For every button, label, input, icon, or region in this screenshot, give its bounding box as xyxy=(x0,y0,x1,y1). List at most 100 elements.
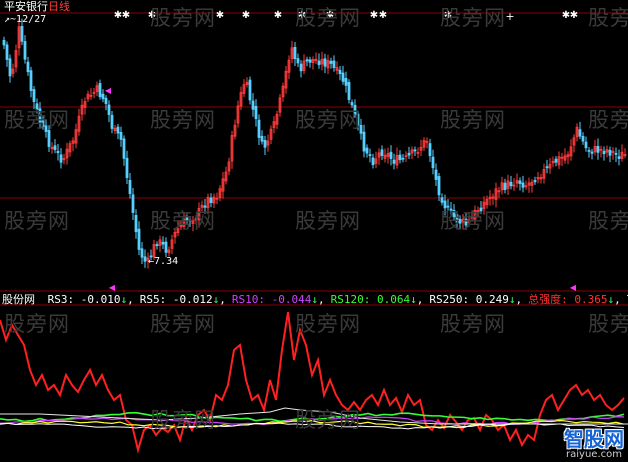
star-marker-icon: ✱ xyxy=(242,10,250,21)
indicator-item-value: 0.064 xyxy=(376,293,411,306)
candle-body xyxy=(56,150,60,154)
candle-body xyxy=(479,207,483,212)
marker-arrow-icon: ↗~ xyxy=(4,14,17,25)
candle-body xyxy=(443,200,447,209)
candle-body xyxy=(209,197,213,204)
candle-body xyxy=(365,147,369,154)
candle-body xyxy=(23,41,27,60)
candle-body xyxy=(140,248,144,258)
indicator-item-label: 总强度: xyxy=(528,293,575,306)
indicator-item: 总强度: 0.365↓, xyxy=(528,293,621,306)
candle-body xyxy=(347,81,351,100)
candle-body xyxy=(503,182,507,191)
candle-body xyxy=(134,215,138,233)
candle-body xyxy=(101,93,105,100)
candle-body xyxy=(254,105,258,120)
candle-body xyxy=(392,159,396,164)
star-marker-icon: ✱ xyxy=(444,10,452,21)
date-label: 12/27 xyxy=(16,14,47,25)
candle-body xyxy=(29,70,33,91)
candle-body xyxy=(47,130,51,147)
brand-logo: 智股网 raiyue.com xyxy=(564,429,624,460)
brand-url: raiyue.com xyxy=(566,449,622,460)
star-marker-icon: ✱ xyxy=(326,10,334,21)
candle-body xyxy=(260,135,264,142)
candle-body xyxy=(20,26,24,42)
candle-body xyxy=(614,153,618,155)
candle-body xyxy=(119,131,123,140)
candle-body xyxy=(338,69,342,75)
signal-marker-icon: ◀ xyxy=(109,283,116,292)
star-marker-icon: ✱ xyxy=(274,10,282,21)
candle-body xyxy=(587,150,591,152)
candle-body xyxy=(554,158,558,163)
candle-body xyxy=(509,181,513,187)
candle-body xyxy=(464,218,468,226)
candle-body xyxy=(341,72,345,82)
candle-body xyxy=(617,156,621,159)
stock-name: 平安银行 xyxy=(4,0,48,13)
star-marker-icon: ✱ xyxy=(216,10,224,21)
arrow-down-icon: ↓ xyxy=(311,293,318,306)
candle-body xyxy=(362,131,366,152)
star-marker-icon: ✱ xyxy=(298,10,306,21)
candle-body xyxy=(602,150,606,155)
candle-body xyxy=(188,219,192,222)
candle-body xyxy=(428,143,432,157)
candle-body xyxy=(401,157,405,160)
indicator-item: RS3: -0.010↓, xyxy=(47,293,134,306)
candle-body xyxy=(131,194,135,213)
candle-body xyxy=(251,100,255,110)
candle-body xyxy=(98,83,102,98)
candle-body xyxy=(257,119,261,138)
period-label[interactable]: 日线 xyxy=(48,0,70,13)
candle-body xyxy=(584,141,588,149)
low-price-marker: ←7.34 xyxy=(148,256,178,268)
candle-body xyxy=(407,152,411,156)
brand-name: 智股网 xyxy=(564,427,624,451)
indicator-item-label: RS10: xyxy=(231,293,272,306)
candle-body xyxy=(329,60,333,64)
indicator-item: RS5: -0.012↓, xyxy=(139,293,226,306)
candle-body xyxy=(299,63,303,72)
star-marker-icon: ✱ xyxy=(122,10,130,21)
candle-body xyxy=(59,154,63,163)
candle-body xyxy=(263,140,267,148)
chart-canvas[interactable]: ✱ ✱ ✱ ✱ ✱ ✱ ✱ ✱ ✱ ✱ ✱ ✱ ✱+◀ ◀◀ xyxy=(0,0,628,462)
candle-body xyxy=(431,156,435,169)
indicator-item-value: -0.012 xyxy=(172,293,213,306)
star-marker-icon: ✱ xyxy=(570,10,578,21)
candle-body xyxy=(53,145,57,151)
candle-body xyxy=(359,125,363,134)
candle-body xyxy=(128,180,132,194)
candle-body xyxy=(203,205,207,208)
candle-body xyxy=(350,102,354,106)
candle-body xyxy=(371,157,375,166)
indicator-item-label: RS250: xyxy=(429,293,476,306)
candle-body xyxy=(32,89,36,102)
signal-marker-icon: ◀ xyxy=(570,283,577,292)
candle-body xyxy=(458,218,462,224)
candle-body xyxy=(296,58,300,64)
candle-body xyxy=(5,44,9,60)
total-strength-line xyxy=(0,311,625,454)
candle-body xyxy=(578,129,582,137)
candle-body xyxy=(317,60,321,66)
indicator-item-value: -0.044 xyxy=(271,293,312,306)
candle-body xyxy=(344,78,348,86)
signal-marker-icon: ◀ xyxy=(105,86,112,95)
arrow-down-icon: ↓ xyxy=(410,293,417,306)
indicator-item-value: 0.365 xyxy=(574,293,608,306)
candle-body xyxy=(155,244,159,246)
candle-body xyxy=(305,59,309,62)
candle-body xyxy=(437,176,441,196)
candle-body xyxy=(2,39,6,46)
candle-body xyxy=(521,182,525,188)
candle-body xyxy=(608,149,612,156)
candle-body xyxy=(323,58,327,67)
candle-body xyxy=(110,114,114,129)
candle-body xyxy=(137,228,141,250)
candle-body xyxy=(26,61,30,73)
indicator-name[interactable]: 股份网 xyxy=(2,293,35,306)
cross-marker-icon: + xyxy=(505,10,514,23)
